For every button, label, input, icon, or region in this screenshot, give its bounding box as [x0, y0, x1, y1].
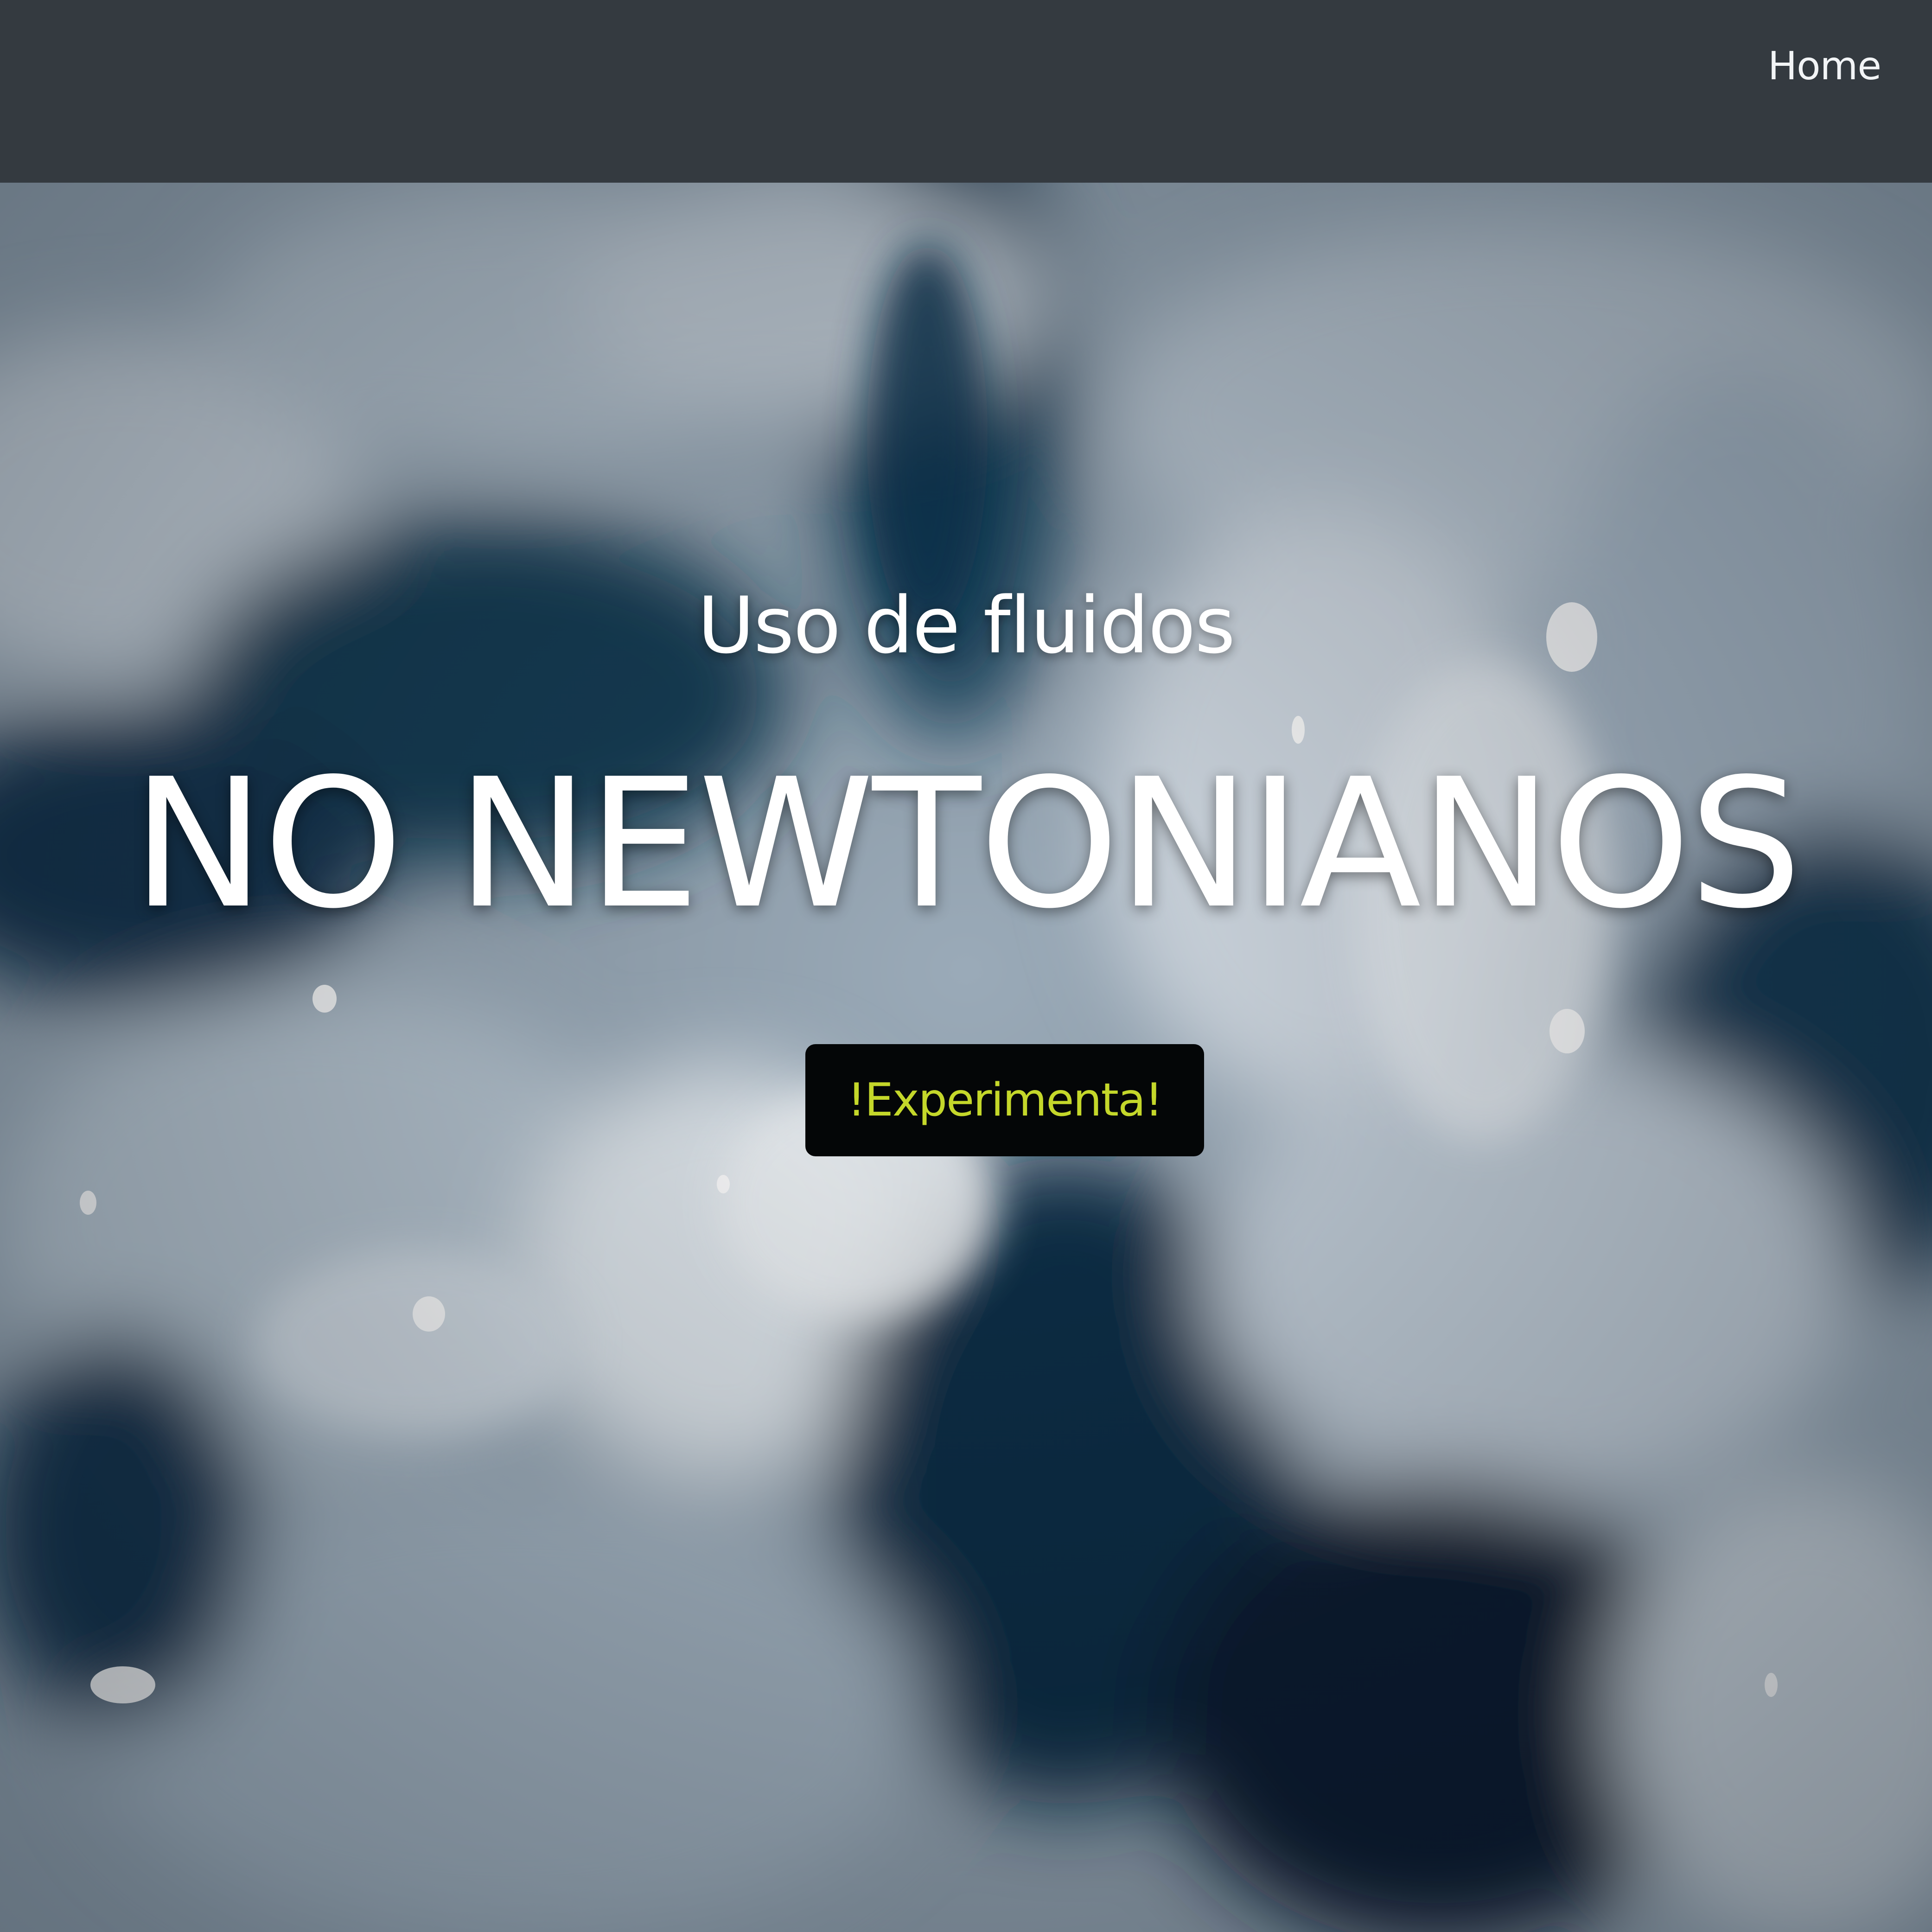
hero-title: NO NEWTONIANOS — [132, 740, 1802, 948]
experimenta-button[interactable]: !Experimenta! — [805, 1044, 1204, 1156]
hero-section: Uso de fluidos NO NEWTONIANOS !Experimen… — [0, 183, 1932, 1932]
nav-link-home[interactable]: Home — [1768, 43, 1881, 89]
navbar: Home — [0, 0, 1932, 183]
hero-subtitle: Uso de fluidos — [697, 580, 1235, 671]
page: Home Uso de fluidos NO NEWTONIANOS !Expe… — [0, 0, 1932, 1932]
